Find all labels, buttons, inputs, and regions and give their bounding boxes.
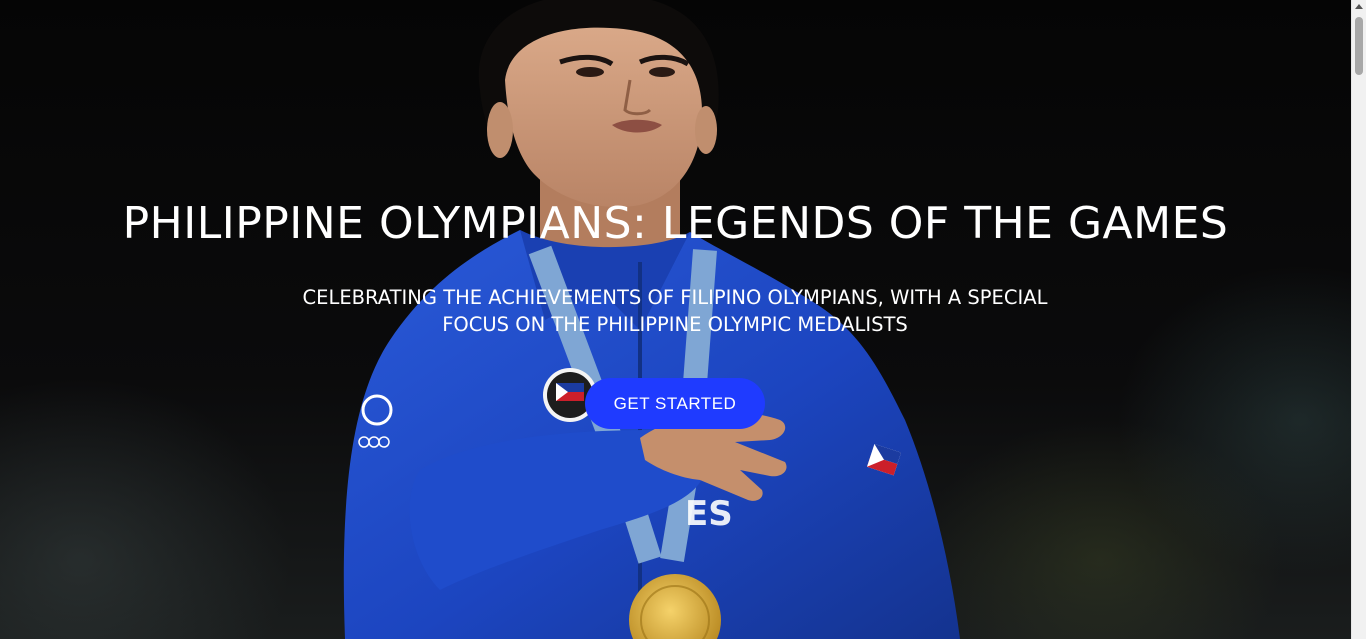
hero-title: PHILIPPINE OLYMPIANS: LEGENDS OF THE GAM… — [122, 198, 1229, 249]
hero-subtitle: CELEBRATING THE ACHIEVEMENTS OF FILIPINO… — [302, 286, 1048, 336]
get-started-button[interactable]: GET STARTED — [585, 378, 765, 429]
scroll-up-arrow-icon[interactable] — [1355, 4, 1363, 9]
scrollbar-thumb[interactable] — [1355, 17, 1363, 75]
hero-section: PH ES PHILIPPINE OLYMPIAN — [0, 0, 1351, 639]
vertical-scrollbar[interactable] — [1351, 0, 1366, 639]
hero-overlay: PHILIPPINE OLYMPIANS: LEGENDS OF THE GAM… — [0, 0, 1351, 639]
